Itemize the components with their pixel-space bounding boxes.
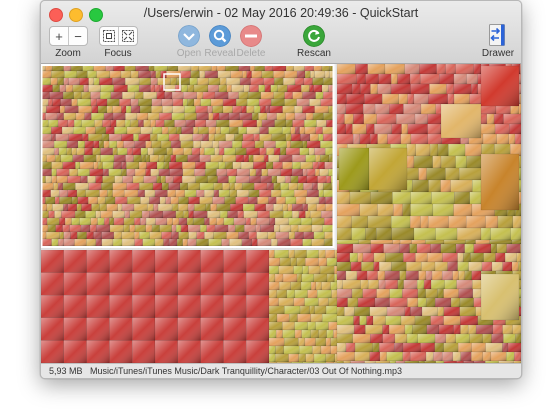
drawer-button[interactable]: [489, 24, 505, 46]
drawer-label: Drawer: [481, 48, 515, 59]
status-file-size: 5,93 MB: [49, 366, 83, 376]
titlebar: /Users/erwin - 02 May 2016 20:49:36 - Qu…: [41, 1, 521, 64]
open-label: Open: [176, 48, 202, 59]
focus-out-button[interactable]: [118, 27, 137, 45]
treemap-view[interactable]: [41, 64, 521, 363]
focus-in-icon: [103, 30, 115, 42]
delete-button[interactable]: [240, 25, 262, 47]
focus-out-icon: [122, 30, 134, 42]
reveal-label: Reveal: [204, 48, 236, 59]
zoom-label: Zoom: [55, 48, 81, 59]
quickstart-window: /Users/erwin - 02 May 2016 20:49:36 - Qu…: [40, 0, 522, 379]
focus-control: [99, 26, 138, 46]
window-title: /Users/erwin - 02 May 2016 20:49:36 - Qu…: [143, 6, 419, 20]
zoom-control: + −: [49, 26, 88, 46]
open-button[interactable]: [178, 25, 200, 47]
focus-label: Focus: [104, 48, 132, 59]
rescan-button[interactable]: [303, 25, 325, 47]
zoom-out-button[interactable]: −: [68, 27, 87, 45]
status-bar: 5,93 MB Music/iTunes/iTunes Music/Dark T…: [41, 363, 521, 378]
focus-in-button[interactable]: [100, 27, 118, 45]
zoom-in-button[interactable]: +: [50, 27, 68, 45]
status-file-path: Music/iTunes/iTunes Music/Dark Tranquill…: [90, 366, 402, 376]
reveal-button[interactable]: [209, 25, 231, 47]
delete-label: Delete: [236, 48, 266, 59]
delete-minus-icon: [245, 34, 257, 38]
rescan-label: Rescan: [297, 48, 331, 59]
